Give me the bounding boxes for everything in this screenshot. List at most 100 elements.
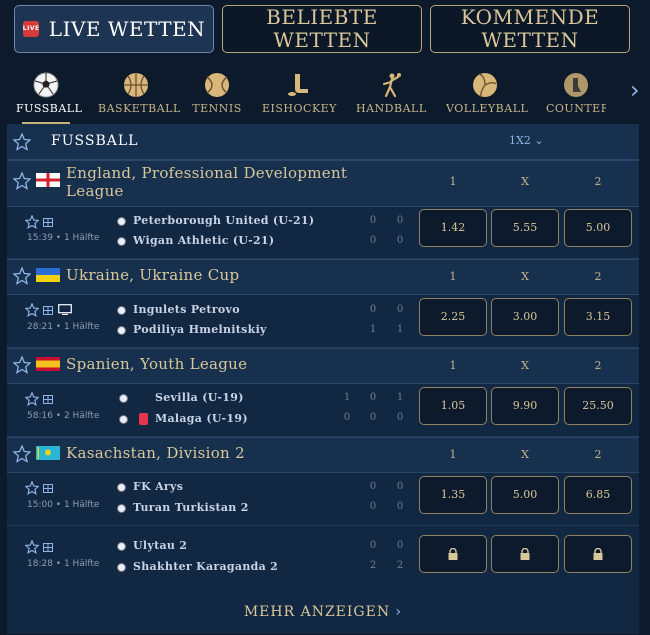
sport-handball[interactable]: Handball [356, 68, 426, 124]
away-team: Podiliya Hmelnitskiy [133, 323, 267, 336]
match-row[interactable]: 15:39 • 1 Hälfte Peterborough United (U-… [7, 207, 639, 259]
ukraine-flag-icon [36, 268, 60, 282]
soccer-ball-icon [119, 415, 128, 424]
lock-icon [520, 548, 530, 560]
tennis-ball-icon [205, 73, 229, 97]
star-icon[interactable] [13, 356, 31, 374]
score: 0 [369, 481, 377, 492]
odds-button-1[interactable]: 1.42 [419, 209, 487, 247]
score: 2 [396, 560, 404, 571]
odds-button-1[interactable]: 2.25 [419, 298, 487, 336]
soccer-ball-icon [117, 504, 126, 513]
score: 0 [369, 304, 377, 315]
star-icon[interactable] [13, 133, 31, 151]
score: 0 [369, 412, 377, 423]
counter-strike-icon [564, 73, 588, 97]
star-icon[interactable] [13, 172, 31, 190]
hockey-stick-icon [288, 74, 308, 96]
star-icon[interactable] [25, 215, 39, 229]
odds-button-x[interactable]: 9.90 [491, 387, 559, 425]
star-icon[interactable] [13, 445, 31, 463]
league-header: England, Professional Development League… [7, 160, 639, 207]
odds-button-x[interactable]: 5.00 [491, 476, 559, 514]
sport-tennis[interactable]: Tennis [190, 68, 244, 124]
star-icon[interactable] [25, 392, 39, 406]
score: 1 [343, 392, 351, 403]
home-team: Ulytau 2 [133, 539, 188, 552]
score: 0 [369, 501, 377, 512]
odds-button-2[interactable]: 6.85 [564, 476, 632, 514]
live-events-panel: FUSSBALL 1X2 ⌄ England, Professional Dev… [7, 124, 639, 634]
tab-kommende-wetten[interactable]: Kommende Wetten [430, 5, 630, 53]
league-header: Ukraine, Ukraine Cup 1 X 2 [7, 259, 639, 295]
away-team: Wigan Athletic (U-21) [133, 234, 275, 247]
bet-type-tabs: LIVE Live Wetten Beliebte Wetten Kommend… [0, 0, 650, 62]
score: 0 [396, 540, 404, 551]
kazakhstan-flag-icon [36, 446, 60, 460]
odds-button-x[interactable]: 3.00 [491, 298, 559, 336]
star-icon[interactable] [25, 303, 39, 317]
match-time: 18:28 • 1 Hälfte [27, 559, 100, 569]
sport-volleyball[interactable]: Volleyball [446, 68, 528, 124]
stats-icon[interactable] [43, 395, 53, 404]
sport-basketball[interactable]: Basketball [98, 68, 180, 124]
home-team: FK Arys [133, 480, 184, 493]
show-more-button[interactable]: Mehr anzeigen › [7, 594, 639, 630]
match-row[interactable]: 15:00 • 1 Hälfte FK Arys Turan Turkistan… [7, 473, 639, 526]
odds-button-1[interactable]: 1.05 [419, 387, 487, 425]
lock-icon [448, 548, 458, 560]
tab-label: Live Wetten [48, 16, 206, 41]
tab-label: Beliebte Wetten [266, 5, 378, 52]
sport-eishockey[interactable]: Eishockey [262, 68, 336, 124]
sport-counter-strike[interactable]: Counter [546, 68, 606, 124]
star-icon[interactable] [25, 540, 39, 554]
match-time: 28:21 • 1 Hälfte [27, 322, 100, 332]
odds-button-2[interactable]: 5.00 [564, 209, 632, 247]
stats-icon[interactable] [43, 543, 53, 552]
section-title: FUSSBALL [51, 133, 139, 149]
league-name: Spanien, Youth League [66, 355, 248, 373]
home-team: Peterborough United (U-21) [133, 214, 315, 227]
basketball-icon [124, 73, 148, 97]
soccer-ball-icon [33, 72, 59, 98]
live-icon: LIVE [22, 21, 39, 37]
tab-label: Kommende Wetten [460, 5, 600, 52]
score: 1 [369, 324, 377, 335]
chevron-right-icon: › [395, 604, 403, 620]
score: 0 [396, 215, 404, 226]
odds-button-x[interactable]: 5.55 [491, 209, 559, 247]
odds-button-2[interactable]: 25.50 [564, 387, 632, 425]
soccer-ball-icon [117, 563, 126, 572]
soccer-ball-icon [117, 483, 126, 492]
match-row[interactable]: 28:21 • 1 Hälfte Ingulets Petrovo Podili… [7, 295, 639, 348]
league-header: Spanien, Youth League 1 X 2 [7, 348, 639, 384]
away-team: Turan Turkistan 2 [133, 501, 249, 514]
england-flag-icon [36, 173, 60, 187]
odds-button-1[interactable]: 1.35 [419, 476, 487, 514]
soccer-ball-icon [117, 306, 126, 315]
chevron-right-icon[interactable]: › [630, 78, 644, 102]
lock-icon [593, 548, 603, 560]
odds-button-x-locked [491, 535, 559, 573]
star-icon[interactable] [13, 267, 31, 285]
sports-nav: Fussball Basketball Tennis Eishockey Han… [0, 68, 650, 124]
tab-beliebte-wetten[interactable]: Beliebte Wetten [222, 5, 422, 53]
sport-fussball[interactable]: Fussball [16, 68, 82, 124]
volleyball-icon [473, 73, 497, 98]
stats-icon[interactable] [43, 306, 53, 315]
home-team: Ingulets Petrovo [133, 303, 240, 316]
match-row[interactable]: 18:28 • 1 Hälfte Ulytau 2 Shakhter Karag… [7, 526, 639, 586]
stats-icon[interactable] [43, 218, 53, 227]
market-select[interactable]: 1X2 ⌄ [509, 134, 544, 147]
league-name: Kasachstan, Division 2 [66, 444, 245, 462]
star-icon[interactable] [25, 481, 39, 495]
soccer-ball-icon [117, 326, 126, 335]
soccer-ball-icon [117, 217, 126, 226]
tv-icon[interactable] [58, 304, 72, 315]
tab-live-wetten[interactable]: LIVE Live Wetten [14, 5, 214, 53]
league-name: Ukraine, Ukraine Cup [66, 266, 240, 284]
stats-icon[interactable] [43, 484, 53, 493]
odds-button-2[interactable]: 3.15 [564, 298, 632, 336]
chevron-down-icon: ⌄ [534, 134, 544, 147]
match-row[interactable]: 58:16 • 2 Hälfte Sevilla (U-19) Malaga (… [7, 384, 639, 437]
